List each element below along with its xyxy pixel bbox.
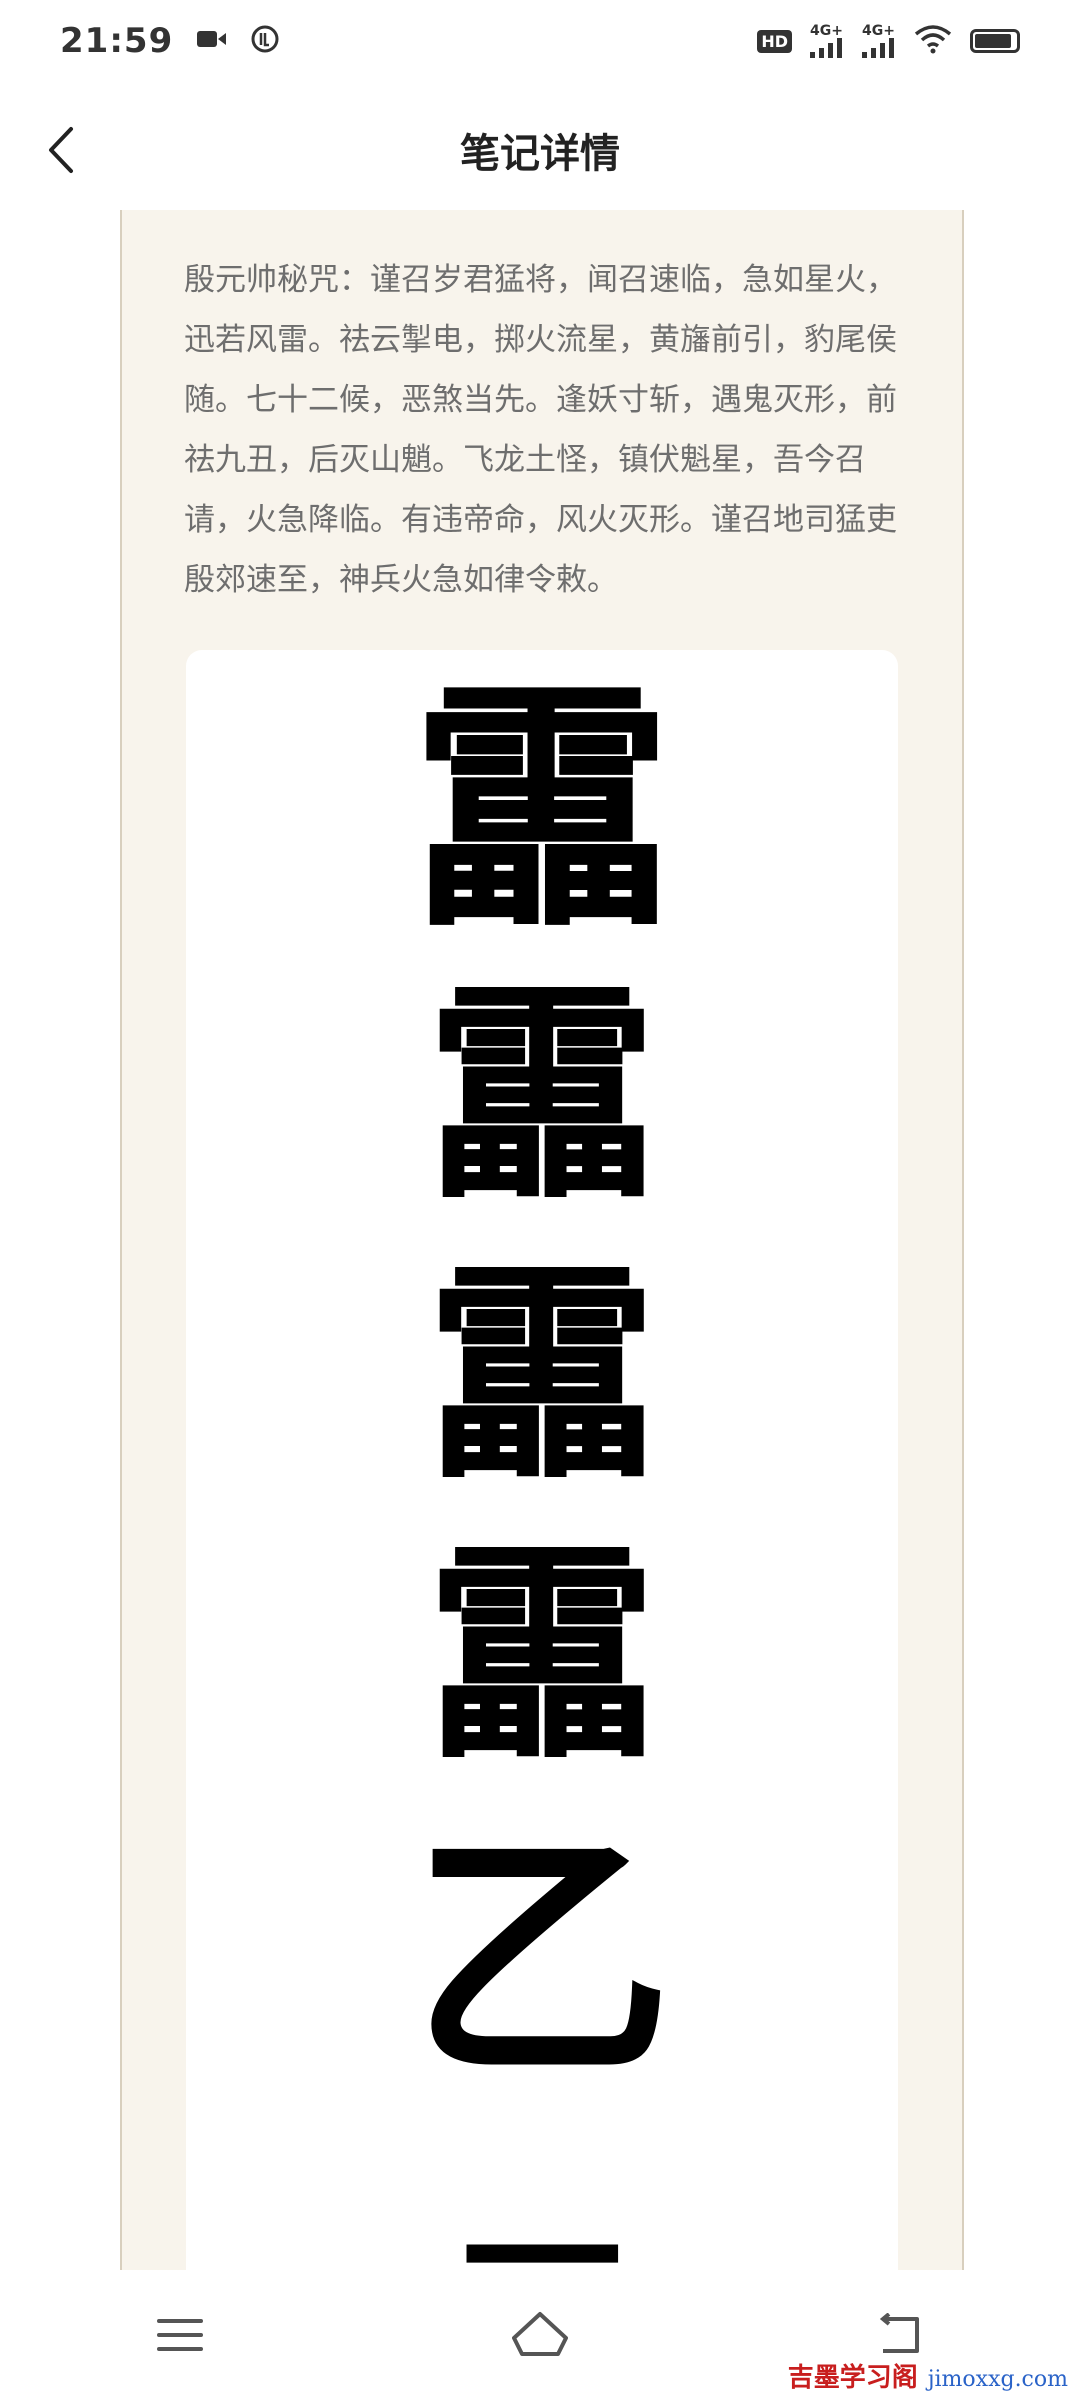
home-button[interactable] <box>490 2295 590 2375</box>
note-content-area[interactable]: 殷元帅秘咒：谨召岁君猛将，闻召速临，急如星火，迅若风雷。祛云掣电，掷火流星，黄旛… <box>120 210 964 2270</box>
talisman-glyph: 一 <box>461 2166 622 2270</box>
talisman-glyph: 靁 <box>426 960 657 1230</box>
menu-button[interactable] <box>130 2295 230 2375</box>
status-bar: 21:59 HD 4G+ 4G+ <box>0 0 1080 82</box>
chevron-left-icon <box>49 127 73 173</box>
battery-icon <box>970 29 1020 53</box>
wifi-icon <box>914 24 952 58</box>
watermark-cn: 吉墨学习阁 <box>787 2363 918 2393</box>
talisman-glyph: 靁 <box>426 1520 657 1790</box>
signal-4g-icon: 4G+ <box>810 24 844 58</box>
talisman-glyph: 乙 <box>412 1807 672 2112</box>
nfc-icon <box>251 25 279 57</box>
page-title: 笔记详情 <box>460 131 620 177</box>
back-icon <box>879 2313 919 2353</box>
menu-icon <box>157 2319 203 2351</box>
back-button[interactable] <box>30 120 90 180</box>
talisman-glyph: 靁 <box>426 1240 657 1510</box>
status-time: 21:59 <box>60 21 174 61</box>
watermark: 吉墨学习阁 jimoxxg.com <box>788 2357 1068 2394</box>
talisman-glyph: 靁 <box>412 657 672 962</box>
note-text: 殷元帅秘咒：谨召岁君猛将，闻召速临，急如星火，迅若风雷。祛云掣电，掷火流星，黄旛… <box>184 262 897 598</box>
watermark-en: jimoxxg.com <box>927 2367 1068 2392</box>
signal-4g-icon: 4G+ <box>862 24 896 58</box>
sim2-label: 4G+ <box>862 23 895 39</box>
home-icon <box>512 2312 568 2356</box>
video-icon <box>197 28 227 54</box>
talisman-image[interactable]: 靁 靁 靁 靁 乙 一 <box>186 650 898 2270</box>
sim1-label: 4G+ <box>810 23 843 39</box>
battery-level <box>975 34 1011 48</box>
title-bar: 笔记详情 <box>0 100 1080 200</box>
status-left: 21:59 <box>60 21 279 61</box>
status-right: HD 4G+ 4G+ <box>757 24 1020 58</box>
hd-icon: HD <box>757 29 792 53</box>
